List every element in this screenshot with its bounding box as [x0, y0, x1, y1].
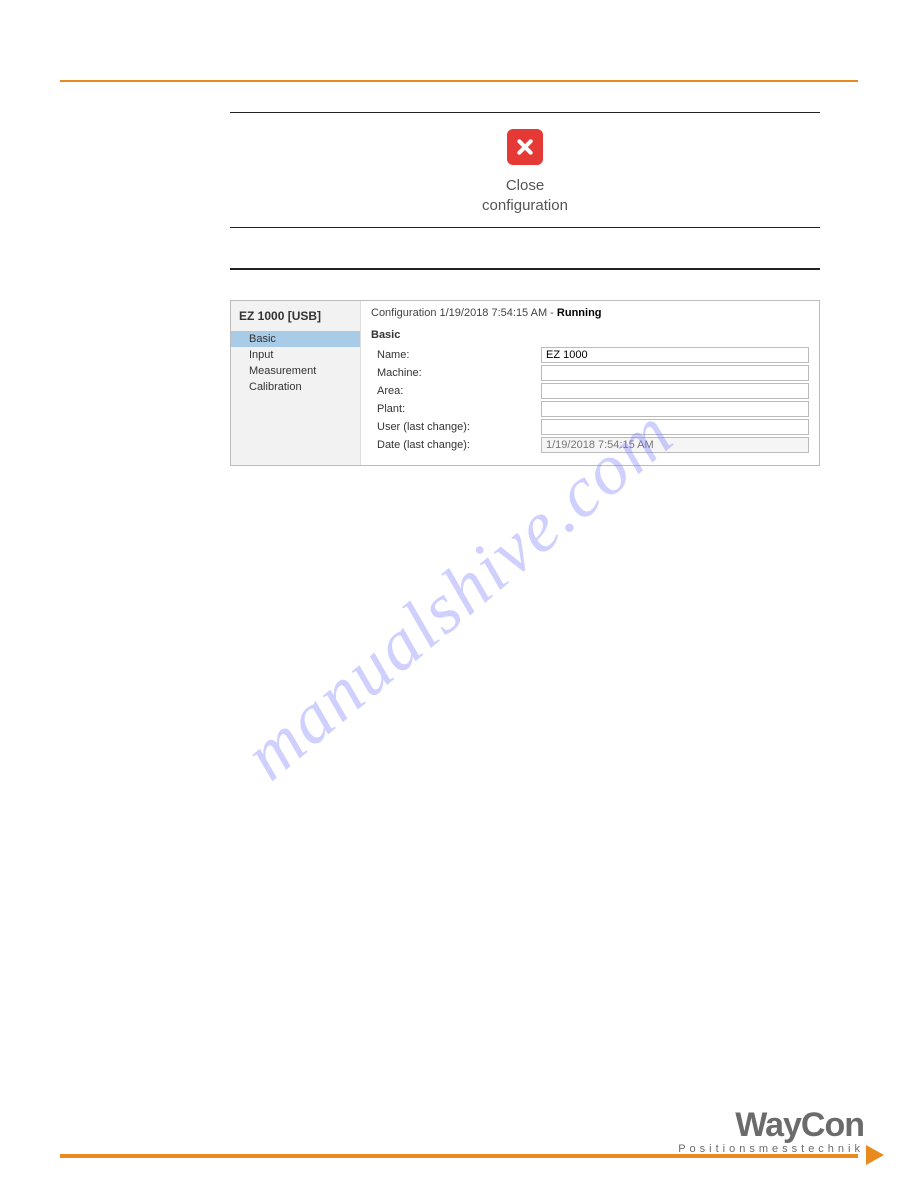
brand-tagline: Positionsmesstechnik: [678, 1143, 864, 1155]
brand-logo: WayCon Positionsmesstechnik: [678, 1106, 864, 1155]
close-config-table: Close configuration: [230, 112, 820, 228]
divider: [230, 268, 820, 270]
close-icon[interactable]: [507, 129, 543, 165]
label-name: Name:: [371, 349, 541, 361]
sidebar: EZ 1000 [USB] Basic Input Measurement Ca…: [231, 301, 361, 465]
arrow-icon: [866, 1145, 884, 1165]
sidebar-item-basic[interactable]: Basic: [231, 331, 360, 347]
label-date: Date (last change):: [371, 439, 541, 451]
close-label: Close configuration: [230, 176, 820, 215]
input-user[interactable]: [541, 419, 809, 435]
sidebar-item-measurement[interactable]: Measurement: [231, 363, 360, 379]
brand-name: WayCon: [678, 1106, 864, 1145]
status-line: Configuration 1/19/2018 7:54:15 AM - Run…: [371, 307, 809, 319]
input-machine[interactable]: [541, 365, 809, 381]
input-name[interactable]: [541, 347, 809, 363]
label-plant: Plant:: [371, 403, 541, 415]
label-user: User (last change):: [371, 421, 541, 433]
input-area[interactable]: [541, 383, 809, 399]
main-pane: Configuration 1/19/2018 7:54:15 AM - Run…: [361, 301, 819, 465]
sidebar-item-input[interactable]: Input: [231, 347, 360, 363]
device-title: EZ 1000 [USB]: [231, 307, 360, 331]
footer: WayCon Positionsmesstechnik: [60, 1154, 858, 1158]
label-area: Area:: [371, 385, 541, 397]
sidebar-item-calibration[interactable]: Calibration: [231, 379, 360, 395]
label-machine: Machine:: [371, 367, 541, 379]
input-date: [541, 437, 809, 453]
config-window: EZ 1000 [USB] Basic Input Measurement Ca…: [230, 300, 820, 466]
top-rule: [60, 80, 858, 82]
section-label: Basic: [371, 329, 809, 341]
input-plant[interactable]: [541, 401, 809, 417]
